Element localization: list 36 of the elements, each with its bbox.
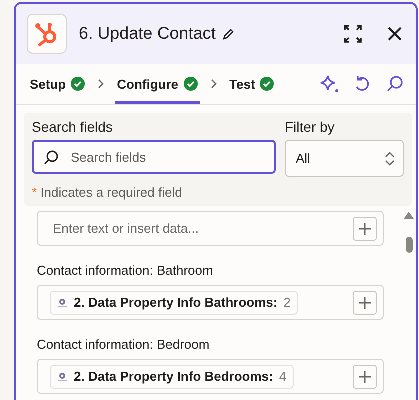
plus-icon (358, 370, 372, 384)
mapped-field[interactable]: 2. Data Property Info Bathrooms: 2 (37, 285, 384, 320)
field-label: Contact information: Bedroom (37, 337, 211, 352)
expand-icon[interactable] (342, 23, 364, 45)
check-icon (184, 77, 198, 91)
add-button[interactable] (353, 290, 377, 314)
plus-icon (358, 222, 372, 236)
search-icon (44, 150, 59, 164)
chevron-right-icon (210, 78, 218, 90)
add-button[interactable] (353, 364, 377, 388)
scroll-up-icon[interactable] (404, 212, 414, 219)
data-pill[interactable]: 2. Data Property Info Bathrooms: 2 (50, 290, 298, 314)
step-tab[interactable]: Setup (28, 64, 88, 104)
up-down-chevron-icon (385, 150, 395, 166)
check-icon (71, 77, 86, 91)
search-label: Search fields (32, 118, 114, 137)
plus-icon (358, 296, 372, 310)
scrollbar-thumb[interactable] (406, 237, 412, 253)
text-field[interactable]: Enter text or insert data... (37, 211, 384, 246)
data-pill[interactable]: 2. Data Property Info Bedrooms: 4 (50, 364, 294, 388)
step-tab[interactable]: Configure (115, 64, 200, 104)
close-icon[interactable] (386, 25, 404, 43)
mapped-field[interactable]: 2. Data Property Info Bedrooms: 4 (37, 359, 384, 394)
filter-dropdown[interactable]: All (285, 140, 404, 177)
required-note: * Indicates a required field (32, 184, 184, 200)
step-title: 6. Update Contact (79, 24, 216, 44)
field-label: Contact information: Bathroom (37, 263, 214, 278)
search-field[interactable]: Search fields (32, 140, 276, 174)
text-input[interactable]: Enter text or insert data... (51, 220, 353, 237)
chevron-right-icon (97, 78, 106, 90)
filter-label: Filter by (285, 118, 336, 137)
search-input[interactable]: Search fields (69, 148, 243, 166)
add-button[interactable] (353, 216, 377, 240)
app-logo (27, 14, 67, 54)
check-icon (260, 77, 274, 91)
step-tab[interactable]: Test (228, 64, 276, 104)
